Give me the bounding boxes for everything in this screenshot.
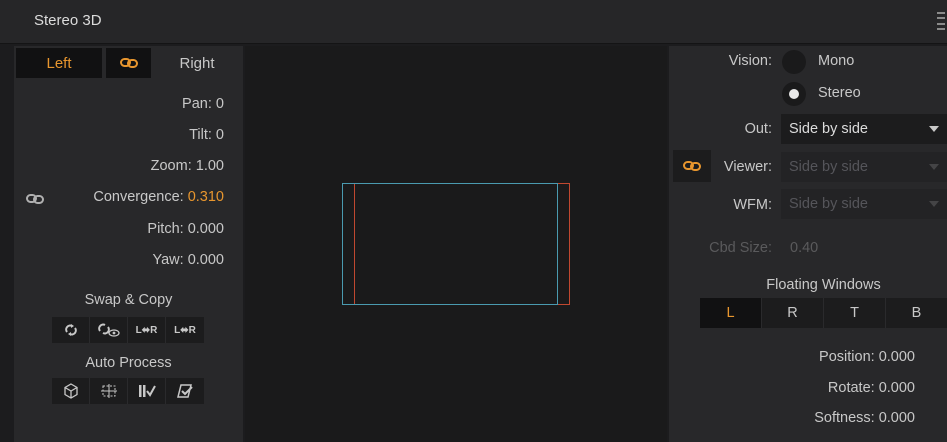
tab-floating-bottom[interactable]: B <box>886 298 947 328</box>
auto-align-button[interactable] <box>52 378 90 404</box>
tab-floating-top[interactable]: T <box>824 298 886 328</box>
bars-check-icon <box>138 385 156 397</box>
copy-right-to-left-button[interactable]: L⬌R <box>166 317 204 343</box>
vision-mono-label[interactable]: Mono <box>818 53 854 69</box>
chevron-down-icon <box>929 201 939 207</box>
chevron-down-icon <box>929 126 939 132</box>
floating-windows-tabs: L R T B <box>700 298 947 328</box>
out-label: Out: <box>744 121 772 137</box>
swap-copy-label: Swap & Copy <box>84 292 173 308</box>
eye-link-button[interactable] <box>106 48 151 78</box>
left-eye-frame-edge <box>557 184 558 304</box>
convergence-value[interactable]: 0.310 <box>188 189 224 205</box>
swap-icon <box>64 324 77 336</box>
tab-floating-right[interactable]: R <box>762 298 824 328</box>
crop-grid-icon <box>100 384 117 398</box>
param-rotate[interactable]: Rotate: 0.000 <box>828 380 915 396</box>
viewer-label: Viewer: <box>723 159 772 175</box>
auto-crop-button[interactable] <box>90 378 128 404</box>
floating-windows-label: Floating Windows <box>766 277 881 293</box>
auto-process-buttons <box>52 378 204 404</box>
link-icon <box>683 161 701 171</box>
auto-process-label: Auto Process <box>85 355 172 371</box>
param-softness[interactable]: Softness: 0.000 <box>814 410 915 426</box>
swap-view-button[interactable] <box>90 317 128 343</box>
link-icon <box>119 58 138 68</box>
copy-left-to-right-button[interactable]: L⬌R <box>128 317 166 343</box>
pitch-value[interactable]: 0.000 <box>188 221 224 237</box>
panel-menu-icon[interactable] <box>937 10 945 32</box>
tilt-value[interactable]: 0 <box>216 127 224 143</box>
cbd-size-label: Cbd Size: <box>709 240 772 256</box>
right-eye-frame-edge <box>354 184 355 304</box>
auto-convergence-button[interactable] <box>166 378 204 404</box>
param-zoom[interactable]: Zoom: 1.00 <box>14 158 224 174</box>
position-value[interactable]: 0.000 <box>879 349 915 365</box>
cbd-size-value: 0.40 <box>790 240 819 256</box>
wfm-select: Side by side <box>781 189 947 219</box>
vision-label: Vision: <box>728 53 772 69</box>
param-pitch[interactable]: Pitch: 0.000 <box>14 221 224 237</box>
parallelogram-check-icon <box>177 384 193 398</box>
param-tilt[interactable]: Tilt: 0 <box>14 127 224 143</box>
param-convergence[interactable]: Convergence: 0.310 <box>14 189 224 205</box>
param-position[interactable]: Position: 0.000 <box>819 349 915 365</box>
viewer-link-button[interactable] <box>673 150 711 182</box>
auto-color-match-button[interactable] <box>128 378 166 404</box>
wfm-label: WFM: <box>733 197 772 213</box>
viewer-select: Side by side <box>781 152 947 182</box>
vision-mono-radio[interactable] <box>782 50 806 74</box>
swap-copy-buttons: L⬌R L⬌R <box>52 317 204 343</box>
swap-eye-icon <box>97 323 120 337</box>
panel-titlebar: Stereo 3D <box>0 0 947 44</box>
rotate-value[interactable]: 0.000 <box>879 380 915 396</box>
swap-eyes-button[interactable] <box>52 317 90 343</box>
vision-stereo-label[interactable]: Stereo <box>818 85 861 101</box>
chevron-down-icon <box>929 164 939 170</box>
eye-selector: Left Right <box>16 48 243 78</box>
param-pan[interactable]: Pan: 0 <box>14 96 224 112</box>
yaw-value[interactable]: 0.000 <box>188 252 224 268</box>
zoom-value[interactable]: 1.00 <box>196 158 224 174</box>
output-panel: Vision: Mono Stereo Out: Side by side Vi… <box>669 46 947 442</box>
vision-stereo-radio[interactable] <box>782 82 806 106</box>
softness-value[interactable]: 0.000 <box>879 410 915 426</box>
geometry-panel: Left Right Pan: 0 Tilt: 0 Zoom: 1.00 Con… <box>14 46 243 442</box>
cube-icon <box>63 383 78 399</box>
out-select[interactable]: Side by side <box>781 114 947 144</box>
tab-right-eye[interactable]: Right <box>151 48 243 78</box>
param-yaw[interactable]: Yaw: 0.000 <box>14 252 225 268</box>
pan-value[interactable]: 0 <box>216 96 224 112</box>
tab-floating-left[interactable]: L <box>700 298 762 328</box>
panel-title: Stereo 3D <box>34 12 102 29</box>
left-eye-frame <box>342 183 558 305</box>
tab-left-eye[interactable]: Left <box>16 48 102 78</box>
stereo-viewer[interactable] <box>245 46 667 442</box>
